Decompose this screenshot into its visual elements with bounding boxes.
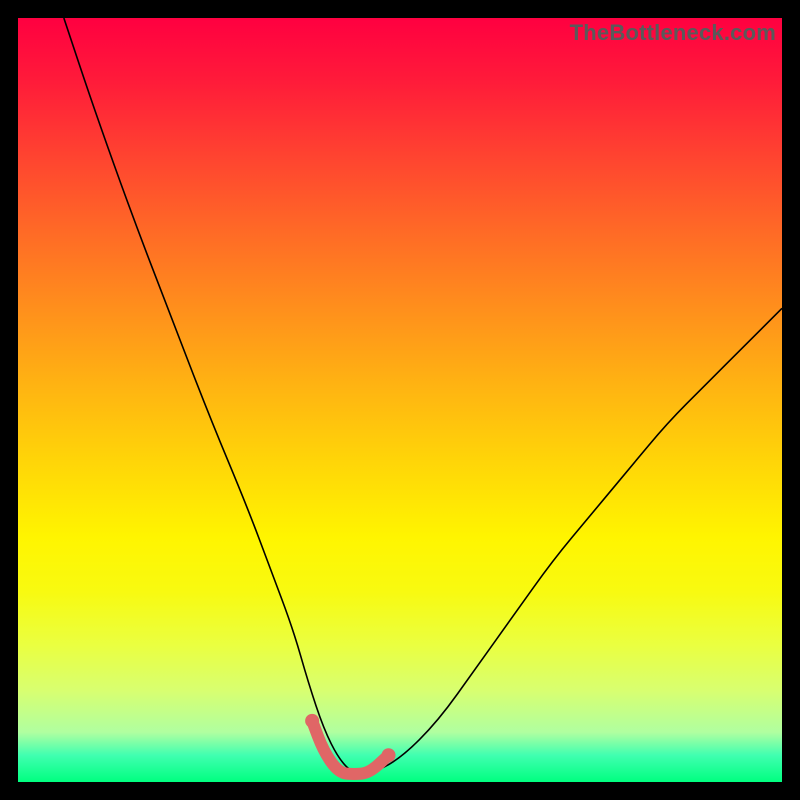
plot-area: TheBottleneck.com xyxy=(18,18,782,782)
bottleneck-curve xyxy=(64,18,782,774)
chart-svg xyxy=(18,18,782,782)
highlight-endpoint xyxy=(305,714,319,728)
frame: TheBottleneck.com xyxy=(0,0,800,800)
highlight-endpoint xyxy=(382,748,396,762)
optimal-region-highlight xyxy=(312,721,388,774)
